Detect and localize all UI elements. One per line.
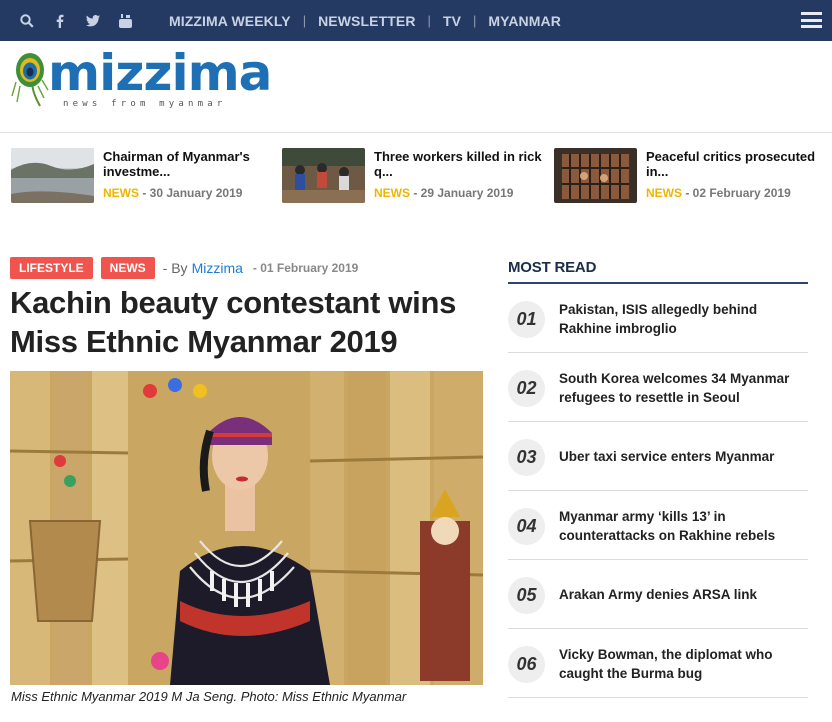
most-read-item[interactable]: 01 Pakistan, ISIS allegedly behind Rakhi… <box>508 284 808 353</box>
most-read-item[interactable]: 06 Vicky Bowman, the diplomat who caught… <box>508 629 808 698</box>
most-read-link[interactable]: Uber taxi service enters Myanmar <box>559 422 799 491</box>
ticker-category[interactable]: NEWS <box>103 186 139 200</box>
article-date: - 01 February 2019 <box>252 261 359 275</box>
tag-lifestyle[interactable]: LIFESTYLE <box>10 257 93 279</box>
most-read-link[interactable]: Vicky Bowman, the diplomat who caught th… <box>559 629 799 698</box>
nav-myanmar[interactable]: MYANMAR <box>488 13 561 29</box>
ticker-story[interactable]: Chairman of Myanmar's investme... NEWS -… <box>11 148 271 204</box>
most-read-link[interactable]: Arakan Army denies ARSA link <box>559 560 799 629</box>
logo-wordmark: mizzima <box>48 44 272 102</box>
twitter-icon[interactable] <box>76 0 109 41</box>
ticker-date: - 29 January 2019 <box>413 186 514 200</box>
rank-number: 05 <box>508 577 545 614</box>
header-divider <box>0 132 832 133</box>
top-nav-links: MIZZIMA WEEKLY | NEWSLETTER | TV | MYANM… <box>169 13 561 29</box>
nav-separator: | <box>473 13 477 28</box>
ticker-thumbnail[interactable] <box>282 148 365 203</box>
ticker-title[interactable]: Peaceful critics prosecuted in... <box>646 149 816 179</box>
rank-number: 06 <box>508 646 545 683</box>
most-read-link[interactable]: South Korea welcomes 34 Myanmar refugees… <box>559 353 799 422</box>
most-read-item[interactable]: 02 South Korea welcomes 34 Myanmar refug… <box>508 353 808 422</box>
rank-number: 01 <box>508 301 545 338</box>
facebook-icon[interactable] <box>43 0 76 41</box>
article-headline: Kachin beauty contestant wins Miss Ethni… <box>10 285 457 359</box>
ticker-thumbnail[interactable] <box>11 148 94 203</box>
ticker-meta: NEWS - 02 February 2019 <box>646 186 791 200</box>
article-hero-image <box>10 371 483 685</box>
ticker-title[interactable]: Three workers killed in rick q... <box>374 149 544 179</box>
youtube-icon[interactable] <box>109 0 142 41</box>
rank-number: 04 <box>508 508 545 545</box>
top-navigation-bar: MIZZIMA WEEKLY | NEWSLETTER | TV | MYANM… <box>0 0 832 41</box>
article-meta: LIFESTYLE NEWS - By Mizzima - 01 Februar… <box>10 257 358 279</box>
nav-separator: | <box>427 13 431 28</box>
ticker-category[interactable]: NEWS <box>646 186 682 200</box>
ticker-date: - 02 February 2019 <box>685 186 791 200</box>
nav-newsletter[interactable]: NEWSLETTER <box>318 13 415 29</box>
ticker-story[interactable]: Peaceful critics prosecuted in... NEWS -… <box>554 148 824 204</box>
most-read-item[interactable]: 03 Uber taxi service enters Myanmar <box>508 422 808 491</box>
peacock-feather-icon <box>11 53 49 107</box>
most-read-section: MOST READ 01 Pakistan, ISIS allegedly be… <box>508 259 808 698</box>
ticker-category[interactable]: NEWS <box>374 186 410 200</box>
nav-separator: | <box>302 13 307 28</box>
most-read-title: MOST READ <box>508 259 808 284</box>
logo-tagline: news from myanmar <box>63 99 227 109</box>
byline-prefix: - By <box>162 260 188 276</box>
tag-news[interactable]: NEWS <box>100 257 155 279</box>
most-read-item[interactable]: 05 Arakan Army denies ARSA link <box>508 560 808 629</box>
nav-tv[interactable]: TV <box>443 13 461 29</box>
most-read-item[interactable]: 04 Myanmar army ‘kills 13’ in counteratt… <box>508 491 808 560</box>
ticker-title[interactable]: Chairman of Myanmar's investme... <box>103 149 273 179</box>
nav-mizzima-weekly[interactable]: MIZZIMA WEEKLY <box>169 13 291 29</box>
author-link[interactable]: Mizzima <box>192 260 243 276</box>
ticker-date: - 30 January 2019 <box>142 186 243 200</box>
ticker-thumbnail[interactable] <box>554 148 637 203</box>
ticker-meta: NEWS - 29 January 2019 <box>374 186 513 200</box>
most-read-link[interactable]: Pakistan, ISIS allegedly behind Rakhine … <box>559 284 799 353</box>
search-icon[interactable] <box>10 0 43 41</box>
site-logo[interactable]: mizzima news from myanmar <box>10 44 272 110</box>
ticker-meta: NEWS - 30 January 2019 <box>103 186 242 200</box>
image-caption: Miss Ethnic Myanmar 2019 M Ja Seng. Phot… <box>11 689 407 704</box>
rank-number: 02 <box>508 370 545 407</box>
rank-number: 03 <box>508 439 545 476</box>
most-read-link[interactable]: Myanmar army ‘kills 13’ in counterattack… <box>559 491 799 560</box>
hamburger-menu-icon[interactable] <box>801 12 822 28</box>
ticker-story[interactable]: Three workers killed in rick q... NEWS -… <box>282 148 544 204</box>
